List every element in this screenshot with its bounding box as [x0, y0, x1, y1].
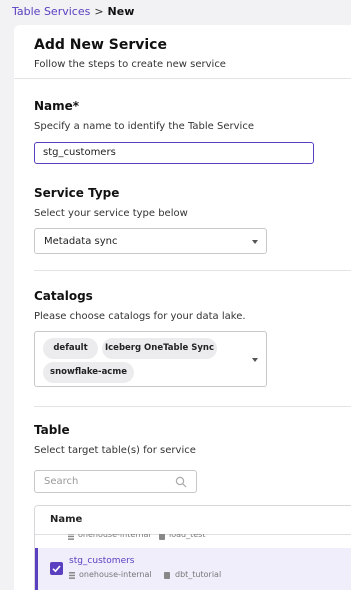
table-row[interactable]: onehouse-internal load_test [35, 534, 351, 548]
table-section-title: Table [34, 423, 70, 437]
row-database: load_test [169, 534, 206, 539]
search-placeholder: Search [44, 476, 79, 487]
table-row-selected[interactable]: stg_customers onehouse-internal dbt_tuto… [35, 548, 351, 590]
catalog-chip[interactable]: snowflake-acme [43, 362, 134, 383]
table-search-input[interactable]: Search [34, 470, 197, 493]
database-icon [159, 534, 165, 540]
table-header: Name [35, 506, 351, 535]
tables-list: Name onehouse-internal load_test stg_cus… [34, 505, 351, 590]
row-project: onehouse-internal [78, 534, 151, 539]
catalog-chip[interactable]: default [43, 338, 98, 359]
chevron-down-icon [252, 358, 258, 362]
service-type-selected-value: Metadata sync [44, 236, 118, 247]
card-header: Add New Service Follow the steps to crea… [14, 25, 351, 79]
name-section-description: Specify a name to identify the Table Ser… [34, 121, 254, 132]
row-project: onehouse-internal [79, 570, 152, 579]
catalogs-title: Catalogs [34, 289, 93, 303]
new-service-card: Add New Service Follow the steps to crea… [14, 25, 351, 590]
breadcrumb-current: New [107, 5, 135, 18]
catalogs-description: Please choose catalogs for your data lak… [34, 311, 246, 322]
service-type-description: Select your service type below [34, 208, 188, 219]
row-database: dbt_tutorial [175, 570, 222, 579]
project-icon [69, 572, 75, 579]
catalogs-multiselect[interactable]: default Iceberg OneTable Sync snowflake-… [34, 331, 267, 387]
chevron-down-icon [252, 240, 258, 244]
breadcrumb: Table Services > New [12, 5, 134, 19]
page-subtitle: Follow the steps to create new service [34, 59, 226, 70]
page-title: Add New Service [34, 37, 167, 53]
project-icon [68, 534, 74, 540]
service-type-title: Service Type [34, 186, 120, 200]
service-name-input[interactable]: stg_customers [34, 142, 314, 164]
section-divider [34, 270, 351, 271]
search-icon [175, 476, 187, 488]
column-header-name: Name [50, 514, 83, 525]
catalog-chip[interactable]: Iceberg OneTable Sync [102, 338, 217, 359]
service-type-select[interactable]: Metadata sync [34, 228, 267, 254]
row-checkbox[interactable] [50, 562, 63, 575]
row-table-name: stg_customers [69, 556, 135, 566]
section-divider [34, 406, 351, 407]
breadcrumb-table-services-link[interactable]: Table Services [12, 5, 90, 18]
check-icon [52, 565, 61, 573]
table-section-description: Select target table(s) for service [34, 445, 196, 456]
breadcrumb-separator: > [94, 5, 104, 18]
database-icon [164, 572, 170, 579]
name-section-title: Name* [34, 99, 80, 113]
